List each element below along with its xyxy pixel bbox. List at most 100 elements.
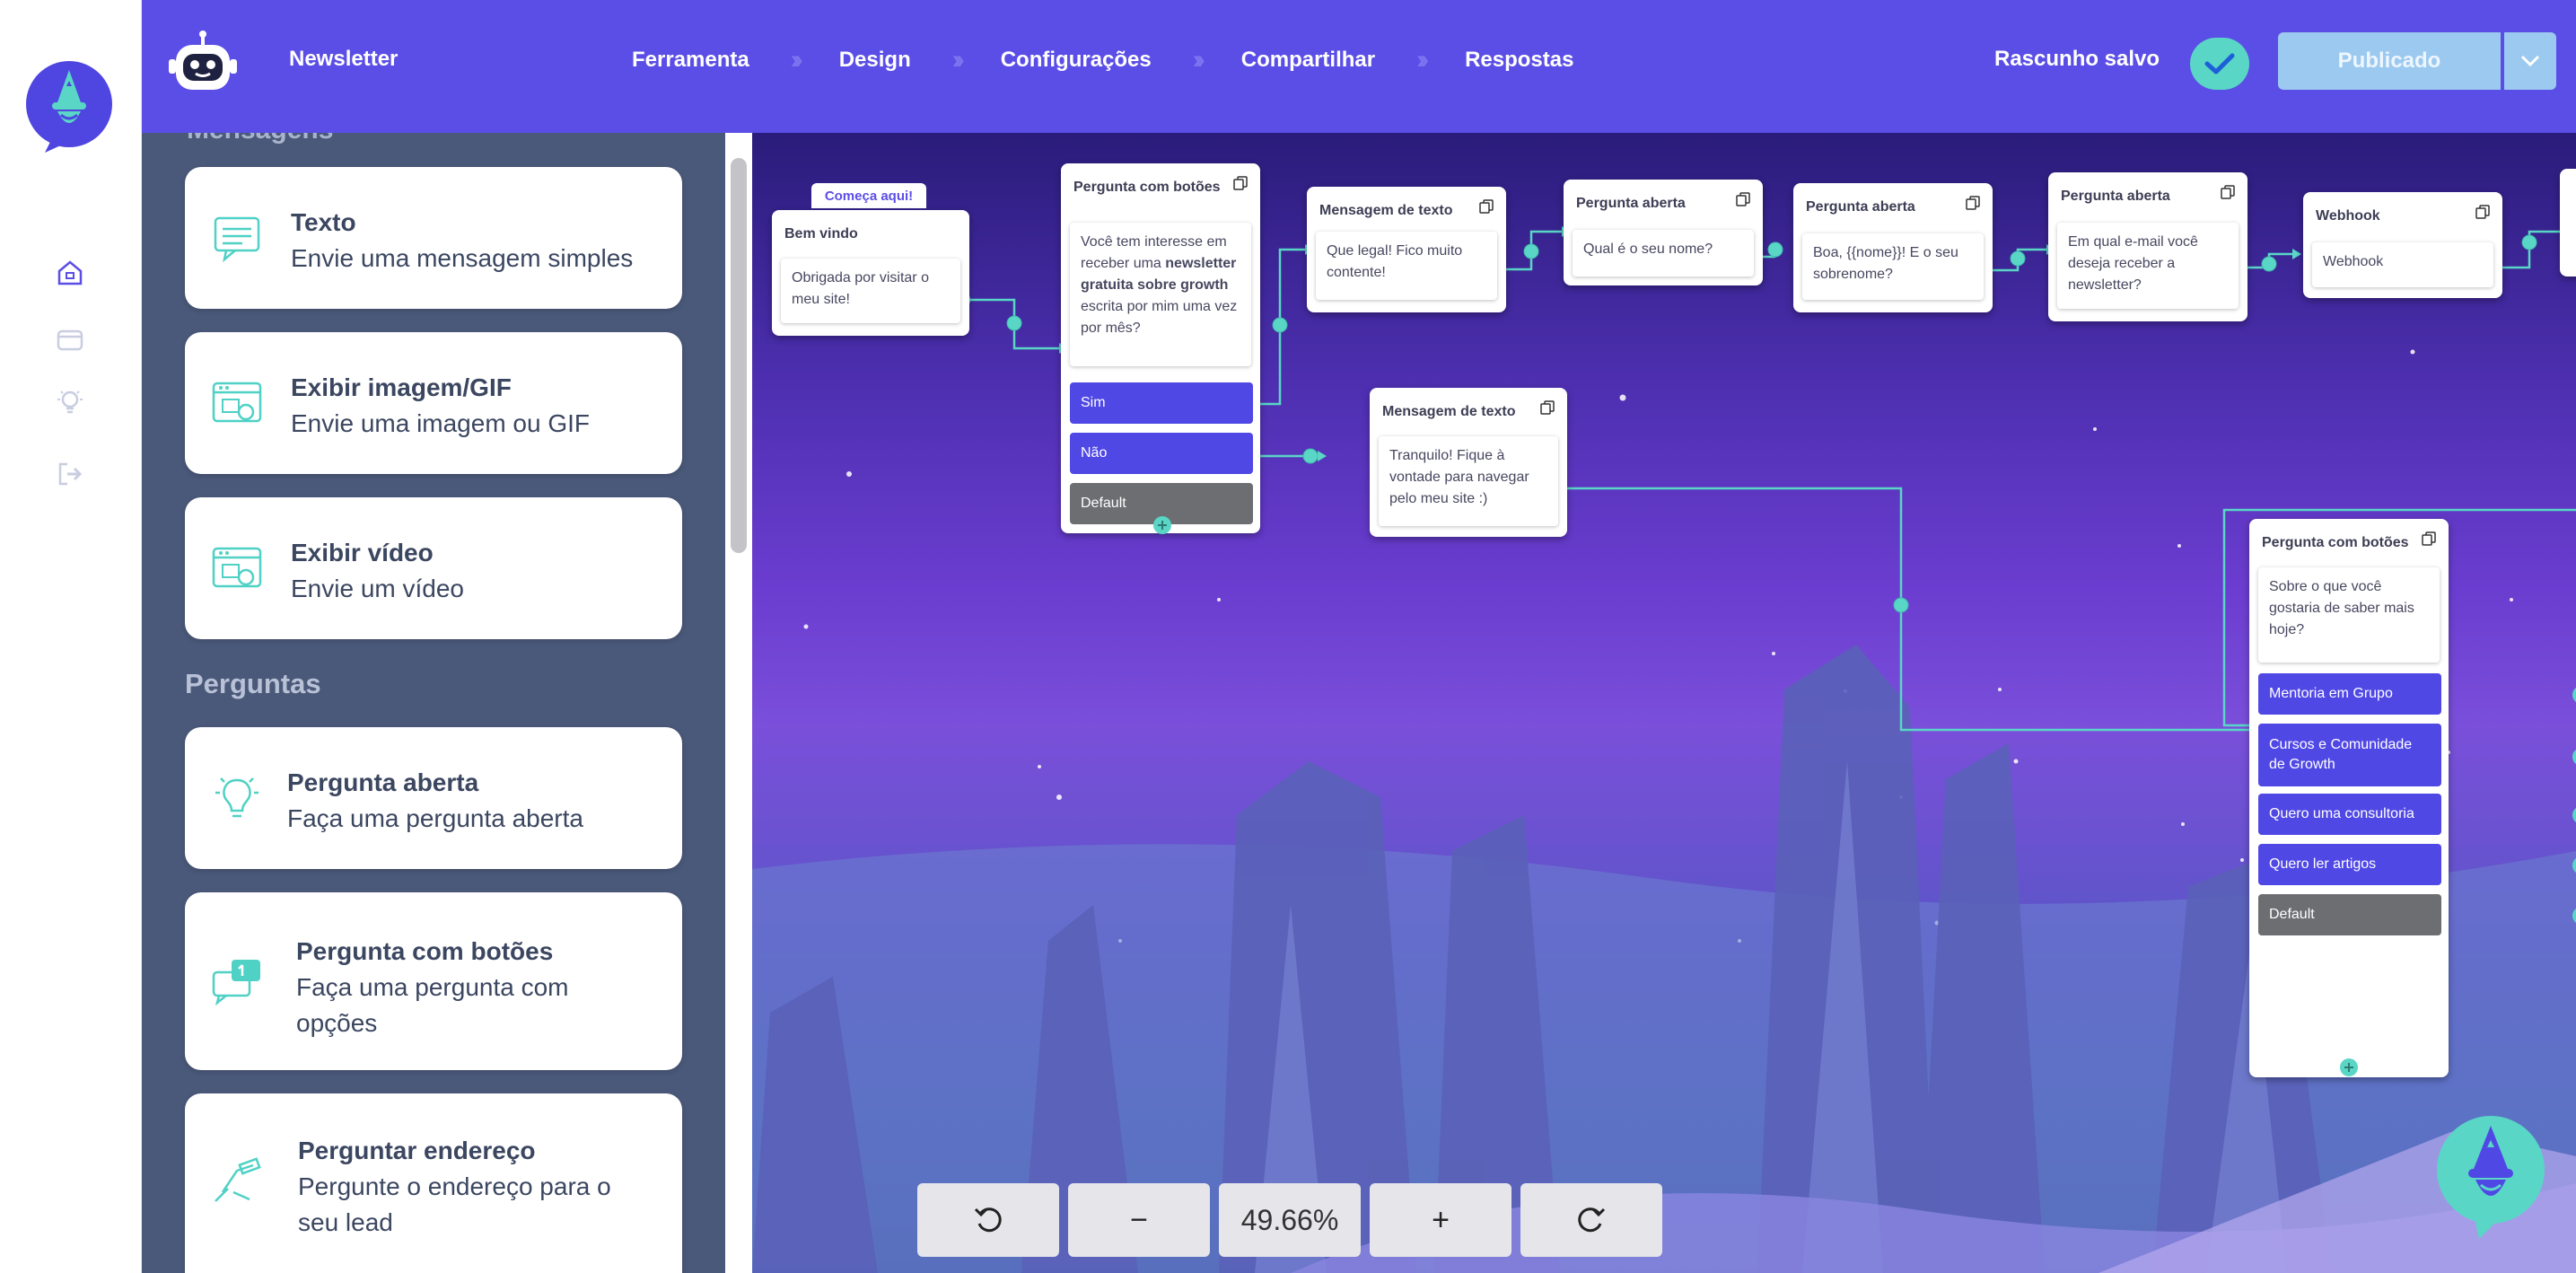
- wizard-help-icon[interactable]: [2434, 1113, 2547, 1244]
- sidebar-scroll-thumb[interactable]: [731, 158, 747, 553]
- copy-icon[interactable]: [1736, 192, 1750, 206]
- node-title: Bem vindo: [784, 226, 858, 241]
- chevron-right-icon: ››: [1416, 45, 1429, 75]
- node-partial[interactable]: [2560, 169, 2576, 277]
- home-icon[interactable]: [52, 255, 88, 291]
- zoom-in-button[interactable]: +: [1370, 1183, 1511, 1257]
- zoom-level: 49.66%: [1219, 1183, 1361, 1257]
- step-compartilhar[interactable]: Compartilhar: [1241, 48, 1375, 73]
- node-webhook[interactable]: Webhook Webhook: [2303, 192, 2502, 298]
- node-title: Pergunta com botões: [1073, 180, 1221, 195]
- copy-icon[interactable]: [2422, 531, 2436, 546]
- plus-icon: +: [1432, 1202, 1450, 1237]
- add-option-icon[interactable]: [2339, 1058, 2359, 1077]
- wizard-logo-icon[interactable]: [25, 59, 113, 156]
- copy-icon[interactable]: [1479, 199, 1494, 214]
- block-card-video[interactable]: Exibir vídeo Envie um vídeo: [185, 497, 682, 639]
- redo-icon: [1578, 1207, 1606, 1233]
- block-card-button-question[interactable]: Pergunta com botões Faça uma pergunta co…: [185, 892, 682, 1070]
- option-button[interactable]: Mentoria em Grupo: [2258, 673, 2441, 715]
- text-part: escrita por mim uma vez por mês?: [1081, 299, 1238, 336]
- node-text: Em qual e-mail você deseja receber a new…: [2057, 223, 2239, 309]
- node-text: Webhook: [2312, 242, 2493, 287]
- lightbulb-icon: [215, 777, 258, 818]
- step-configuracoes[interactable]: Configurações: [1001, 48, 1152, 73]
- add-option-icon[interactable]: [1152, 515, 1172, 535]
- zoom-out-button[interactable]: −: [1068, 1183, 1210, 1257]
- node-message[interactable]: Mensagem de texto Tranquilo! Fique à von…: [1370, 388, 1567, 537]
- step-ferramenta[interactable]: Ferramenta: [632, 48, 749, 73]
- node-welcome[interactable]: Bem vindo Obrigada por visitar o meu sit…: [772, 210, 969, 336]
- logout-icon[interactable]: [52, 456, 88, 492]
- lightbulb-icon[interactable]: [52, 384, 88, 420]
- step-design[interactable]: Design: [839, 48, 911, 73]
- address-icon: [215, 1157, 261, 1202]
- block-card-text[interactable]: Texto Envie uma mensagem simples: [185, 167, 682, 309]
- card-desc: Envie uma mensagem simples: [291, 244, 634, 272]
- node-open-question[interactable]: Pergunta aberta Qual é o seu nome?: [1564, 180, 1763, 285]
- message-icon: [214, 216, 260, 263]
- undo-icon: [974, 1207, 1002, 1233]
- option-button-default[interactable]: Default: [2258, 894, 2441, 935]
- node-question-buttons[interactable]: Pergunta com botões Você tem interesse e…: [1061, 163, 1260, 535]
- project-name[interactable]: Newsletter: [289, 47, 398, 72]
- card-title: Pergunta aberta: [287, 768, 479, 796]
- card-desc: Pergunte o endereço para o: [298, 1172, 611, 1200]
- option-button[interactable]: Quero ler artigos: [2258, 844, 2441, 885]
- node-open-question[interactable]: Pergunta aberta Boa, {{nome}}! E o seu s…: [1793, 183, 1993, 312]
- wizard-steps: Ferramenta ›› Design ›› Configurações ››…: [632, 45, 1573, 75]
- card-title: Exibir imagem/GIF: [291, 373, 512, 401]
- top-header: Newsletter Ferramenta ›› Design ›› Confi…: [142, 0, 2576, 133]
- node-text: Sobre o que você gostaria de saber mais …: [2258, 567, 2440, 663]
- video-icon: [212, 547, 262, 588]
- node-title: Mensagem de texto: [1319, 203, 1453, 218]
- node-open-question[interactable]: Pergunta aberta Em qual e-mail você dese…: [2048, 172, 2247, 321]
- block-card-address-question[interactable]: Perguntar endereço Pergunte o endereço p…: [185, 1093, 682, 1273]
- wallet-icon[interactable]: [52, 321, 88, 357]
- chevron-down-icon: [2520, 55, 2540, 67]
- chevron-right-icon: ››: [1192, 45, 1205, 75]
- chat-buttons-icon: [212, 960, 260, 1006]
- start-tag: Começa aqui!: [811, 183, 926, 208]
- node-text: Qual é o seu nome?: [1573, 230, 1754, 277]
- section-title-messages: Mensagens: [187, 133, 333, 145]
- copy-icon[interactable]: [1233, 176, 1248, 190]
- node-title: Pergunta aberta: [1576, 196, 1686, 211]
- node-text: Que legal! Fico muito contente!: [1316, 232, 1497, 300]
- redo-button[interactable]: [1520, 1183, 1662, 1257]
- option-button-sim[interactable]: Sim: [1070, 382, 1253, 424]
- saved-check-icon: [2190, 38, 2249, 90]
- copy-icon[interactable]: [1540, 400, 1555, 415]
- option-button[interactable]: Cursos e Comunidade de Growth: [2258, 724, 2441, 786]
- minus-icon: −: [1130, 1202, 1148, 1237]
- copy-icon[interactable]: [2475, 205, 2490, 219]
- card-desc: Envie uma imagem ou GIF: [291, 409, 591, 437]
- node-text: Você tem interesse em receber uma newsle…: [1070, 223, 1251, 366]
- card-desc: Envie um vídeo: [291, 575, 464, 602]
- image-icon: [212, 382, 262, 423]
- robot-icon: [169, 31, 237, 90]
- option-button-nao[interactable]: Não: [1070, 433, 1253, 474]
- undo-button[interactable]: [917, 1183, 1059, 1257]
- zoom-level-text: 49.66%: [1240, 1203, 1339, 1236]
- option-button[interactable]: Quero uma consultoria: [2258, 794, 2441, 835]
- node-question-buttons[interactable]: Pergunta com botões Sobre o que você gos…: [2249, 519, 2449, 1077]
- node-title: Pergunta aberta: [1806, 199, 1915, 215]
- block-card-image[interactable]: Exibir imagem/GIF Envie uma imagem ou GI…: [185, 332, 682, 474]
- step-respostas[interactable]: Respostas: [1465, 48, 1573, 73]
- copy-icon[interactable]: [2221, 185, 2235, 199]
- copy-icon[interactable]: [1966, 196, 1980, 210]
- publish-button[interactable]: Publicado: [2278, 32, 2501, 90]
- publish-dropdown-button[interactable]: [2504, 32, 2556, 90]
- flow-canvas[interactable]: Começa aqui! Bem vindo Obrigada por visi…: [752, 133, 2576, 1273]
- card-desc: Faça uma pergunta aberta: [287, 804, 583, 832]
- card-desc: Faça uma pergunta com: [296, 973, 569, 1001]
- section-title-questions: Perguntas: [185, 668, 321, 699]
- block-card-open-question[interactable]: Pergunta aberta Faça uma pergunta aberta: [185, 727, 682, 869]
- node-message[interactable]: Mensagem de texto Que legal! Fico muito …: [1307, 187, 1506, 312]
- card-desc: seu lead: [298, 1208, 393, 1236]
- card-desc: opções: [296, 1009, 378, 1037]
- node-text: Obrigada por visitar o meu site!: [781, 259, 960, 323]
- chevron-right-icon: ››: [951, 45, 965, 75]
- card-title: Exibir vídeo: [291, 539, 434, 566]
